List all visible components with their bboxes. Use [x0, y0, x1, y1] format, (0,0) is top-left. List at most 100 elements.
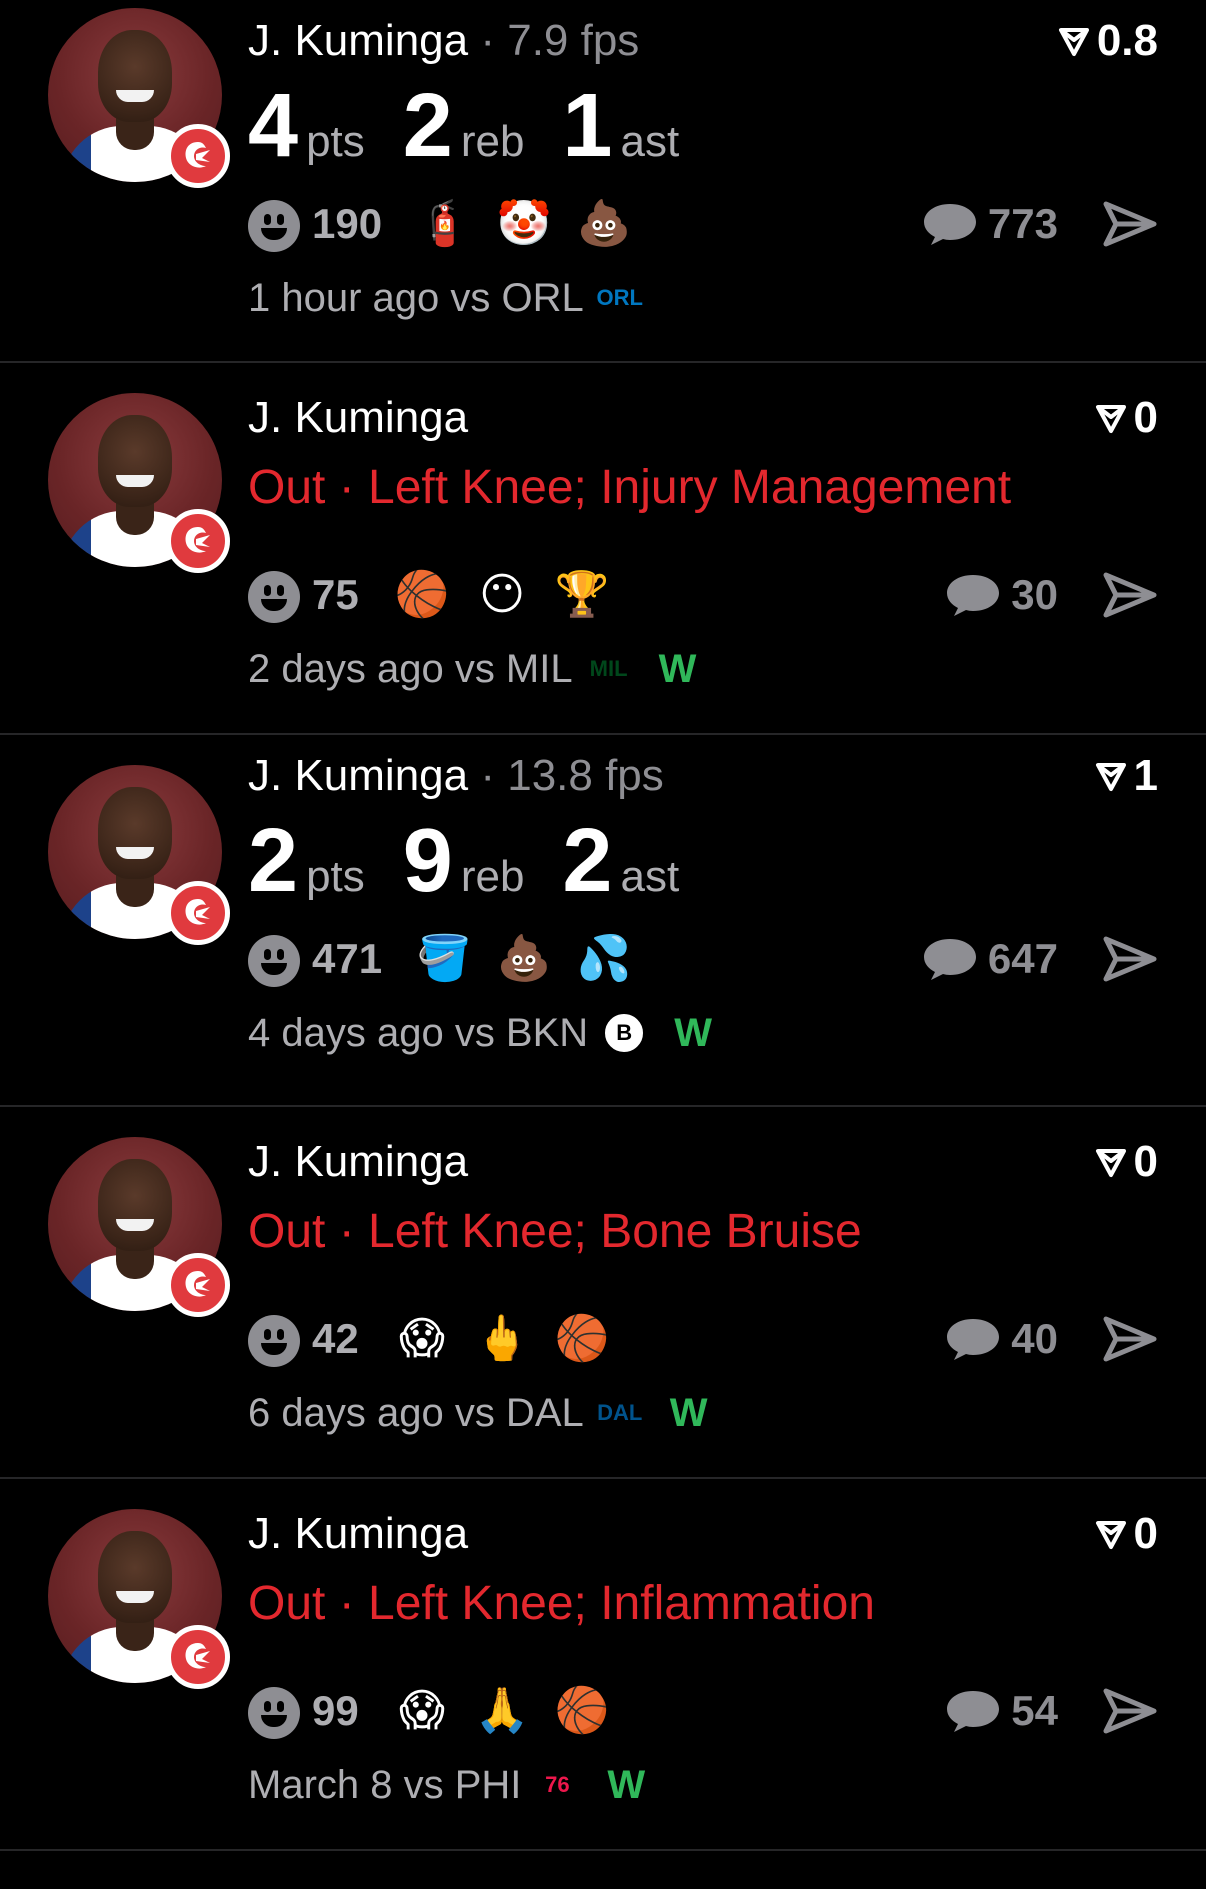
opponent-logo-icon: DAL	[597, 1400, 643, 1425]
opponent-logo-icon: 76	[545, 1772, 570, 1797]
comments-button[interactable]: 773	[922, 196, 1058, 252]
reaction-emoji[interactable]: 😶	[474, 567, 530, 623]
game-time-opponent: 2 days ago vs MIL	[248, 647, 573, 691]
reaction-emoji[interactable]: 💦	[576, 931, 632, 987]
reaction-emoji[interactable]: 🧯	[416, 196, 472, 252]
player-name[interactable]: J. Kuminga	[248, 1509, 468, 1558]
game-info[interactable]: March 8 vs PHI 76 W	[248, 1759, 645, 1811]
reaction-emoji[interactable]: 🙏	[474, 1683, 530, 1739]
vote-score[interactable]: 0	[1094, 1135, 1158, 1189]
vote-arrow-icon	[1095, 1149, 1126, 1177]
avatar-smile	[116, 475, 154, 487]
add-reaction-icon[interactable]	[248, 200, 300, 252]
player-name[interactable]: J. Kuminga	[248, 393, 468, 442]
reaction-count: 471	[312, 935, 383, 982]
comments-button[interactable]: 54	[945, 1683, 1058, 1739]
vote-score[interactable]: 1	[1094, 749, 1158, 803]
reaction-emoji[interactable]: 🏆	[554, 567, 610, 623]
reaction-emoji[interactable]: 😱	[394, 1683, 450, 1739]
comment-icon	[923, 939, 976, 980]
vote-score-value: 0	[1133, 1137, 1158, 1186]
share-button[interactable]	[1102, 1687, 1158, 1735]
reaction-count: 99	[312, 1687, 359, 1734]
game-result: W	[669, 1391, 708, 1435]
avatar-smile	[116, 1219, 154, 1231]
separator: ·	[468, 16, 508, 65]
avatar-face	[98, 30, 172, 122]
team-logo-icon	[166, 509, 230, 573]
post-card[interactable]: J. Kuminga 0 Out · Left Knee; Injury Manag…	[0, 363, 1206, 735]
game-result: W	[674, 1011, 712, 1055]
post-card[interactable]: J. Kuminga · 7.9 fps 0.8 4 pts 2 reb 1 ast 190 🧯 🤡…	[0, 0, 1206, 363]
add-reaction-icon[interactable]	[248, 935, 300, 987]
vote-score-value: 1	[1133, 751, 1158, 800]
share-icon	[1103, 201, 1157, 247]
share-button[interactable]	[1102, 571, 1158, 619]
vote-score[interactable]: 0	[1094, 391, 1158, 445]
add-reaction-icon[interactable]	[248, 1315, 300, 1367]
reaction-emoji[interactable]: 💩	[496, 931, 552, 987]
player-name-line[interactable]: J. Kuminga	[248, 1135, 468, 1189]
reaction-emoji[interactable]: 💩	[576, 196, 632, 252]
game-info[interactable]: 1 hour ago vs ORL ORL	[248, 272, 643, 324]
reaction-emoji[interactable]: 🏀	[394, 567, 450, 623]
add-reaction-icon[interactable]	[248, 1687, 300, 1739]
share-button[interactable]	[1102, 935, 1158, 983]
share-icon	[1103, 1688, 1157, 1734]
avatar-face	[98, 1531, 172, 1623]
fantasy-points: 13.8 fps	[507, 751, 664, 800]
game-result: W	[658, 647, 697, 691]
reaction-emoji[interactable]: 🏀	[554, 1683, 610, 1739]
share-button[interactable]	[1102, 200, 1158, 248]
comments-button[interactable]: 647	[922, 931, 1058, 987]
reaction-emoji[interactable]: 🖕	[474, 1311, 530, 1367]
vote-arrow-icon	[1095, 405, 1126, 433]
reaction-emoji[interactable]: 🪣	[416, 931, 472, 987]
vote-score[interactable]: 0.8	[1057, 14, 1158, 68]
comments-button[interactable]: 40	[945, 1311, 1058, 1367]
vote-score-value: 0	[1133, 1509, 1158, 1558]
vote-score[interactable]: 0	[1094, 1507, 1158, 1561]
injury-status: Out · Left Knee; Bone Bruise	[248, 1205, 862, 1258]
player-name-line[interactable]: J. Kuminga	[248, 1507, 468, 1561]
game-info[interactable]: 2 days ago vs MIL MIL W	[248, 643, 696, 695]
share-icon	[1103, 572, 1157, 618]
avatar-smile	[116, 1591, 154, 1603]
player-name-line[interactable]: J. Kuminga	[248, 391, 468, 445]
reaction-emoji[interactable]: 🏀	[554, 1311, 610, 1367]
game-info[interactable]: 4 days ago vs BKN B W	[248, 1007, 712, 1059]
stat-unit: reb	[460, 852, 525, 901]
add-reaction-icon[interactable]	[248, 571, 300, 623]
share-button[interactable]	[1102, 1315, 1158, 1363]
stat-value: 1	[562, 76, 613, 176]
post-card[interactable]: J. Kuminga 0 Out · Left Knee; Inflammation…	[0, 1479, 1206, 1851]
player-name-line[interactable]: J. Kuminga · 7.9 fps	[248, 14, 639, 68]
reaction-row: 471 🪣 💩 💦 647	[248, 931, 1158, 987]
comments-button[interactable]: 30	[945, 567, 1058, 623]
stat-unit: ast	[620, 852, 680, 901]
injury-status: Out · Left Knee; Inflammation	[248, 1577, 875, 1630]
post-card[interactable]: J. Kuminga · 13.8 fps 1 2 pts 9 reb 2 ast 471 🪣 💩 💦…	[0, 735, 1206, 1107]
comment-count: 773	[987, 200, 1058, 247]
opponent-logo-icon: ORL	[596, 285, 643, 310]
smile-mouth	[261, 1715, 287, 1727]
player-name-line[interactable]: J. Kuminga · 13.8 fps	[248, 749, 664, 803]
game-time-opponent: 1 hour ago vs ORL	[248, 276, 584, 320]
comment-icon	[947, 1319, 1000, 1360]
game-info[interactable]: 6 days ago vs DAL DAL W	[248, 1387, 708, 1439]
stat-value: 2	[562, 811, 613, 911]
stat-line: 4 pts 2 reb 1 ast	[248, 76, 717, 176]
player-name[interactable]: J. Kuminga	[248, 1137, 468, 1186]
reaction-emoji[interactable]: 🤡	[496, 196, 552, 252]
vote-score-value: 0.8	[1096, 16, 1158, 65]
reaction-row: 190 🧯 🤡 💩 773	[248, 196, 1158, 252]
post-card[interactable]: J. Kuminga 0 Out · Left Knee; Bone Bruise 4…	[0, 1107, 1206, 1479]
reaction-emoji[interactable]: 😱	[394, 1311, 450, 1367]
team-logo-icon	[166, 1253, 230, 1317]
reaction-row: 99 😱 🙏 🏀 54	[248, 1683, 1158, 1739]
game-result: W	[607, 1763, 646, 1807]
avatar-smile	[116, 847, 154, 859]
player-name[interactable]: J. Kuminga	[248, 16, 468, 65]
player-name[interactable]: J. Kuminga	[248, 751, 468, 800]
comment-icon	[947, 575, 1000, 616]
